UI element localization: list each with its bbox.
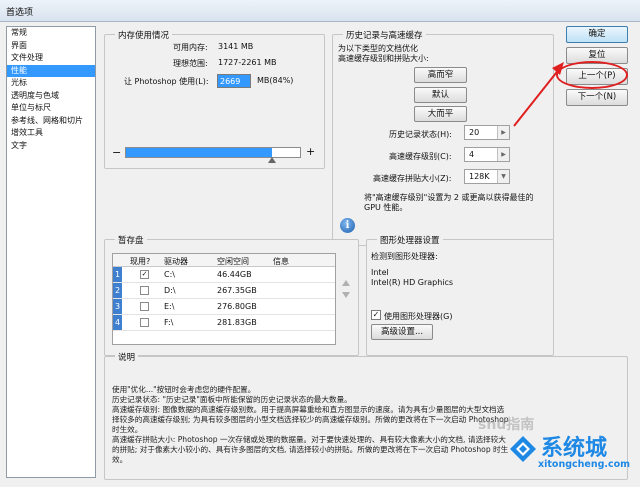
drive-cell: D:\ bbox=[164, 286, 176, 295]
table-header: 现用? 驱动器 空闲空间 信息 bbox=[113, 254, 335, 267]
gpu-vendor: Intel bbox=[371, 268, 389, 277]
advanced-settings-button[interactable]: 高级设置... bbox=[371, 324, 433, 340]
row-number: 4 bbox=[113, 315, 122, 330]
preferences-dialog: 常规 界面 文件处理 性能 光标 透明度与色域 单位与标尺 参考线、网格和切片 … bbox=[0, 22, 640, 487]
gpu-model: Intel(R) HD Graphics bbox=[371, 278, 454, 287]
cache-levels-value: 4 bbox=[469, 150, 475, 159]
ok-button[interactable]: 确定 bbox=[566, 26, 628, 43]
category-item-transparency[interactable]: 透明度与色域 bbox=[7, 90, 95, 103]
col-drive: 驱动器 bbox=[164, 257, 188, 266]
next-button[interactable]: 下一个(N) bbox=[566, 89, 628, 106]
free-space-cell: 267.35GB bbox=[217, 286, 257, 295]
photoshop-use-label: 让 Photoshop 使用(L): bbox=[124, 77, 209, 86]
drive-cell: E:\ bbox=[164, 302, 175, 311]
drive-cell: F:\ bbox=[164, 318, 174, 327]
free-space-cell: 276.80GB bbox=[217, 302, 257, 311]
memory-plus-label: + bbox=[306, 145, 316, 158]
category-item-cursors[interactable]: 光标 bbox=[7, 77, 95, 90]
chevron-down-icon[interactable]: ▼ bbox=[497, 170, 509, 183]
active-checkbox[interactable] bbox=[140, 286, 149, 295]
category-item-units[interactable]: 单位与标尺 bbox=[7, 102, 95, 115]
description-line: 高速缓存级别: 图像数据的高速缓存级别数。用于提高屏幕重绘和直方图显示的速度。请… bbox=[112, 405, 505, 414]
ideal-range-label: 理想范围: bbox=[173, 59, 208, 68]
history-states-value: 20 bbox=[469, 128, 480, 137]
description-line: 使用"优化..."按钮时会考虑您的硬件配置。 bbox=[112, 385, 256, 394]
cache-tile-size-value: 128K bbox=[469, 172, 490, 181]
scratch-disks-legend: 暂存盘 bbox=[115, 234, 147, 246]
scratch-disks-table[interactable]: 现用? 驱动器 空闲空间 信息 1 ✓ C:\ 46.44GB 2 D:\ 26… bbox=[112, 253, 336, 345]
description-line: 择较多的高速缓存级别; 为具有较多图层的小型文档选择较少的高速缓存级别。所做的更… bbox=[112, 415, 509, 424]
col-info: 信息 bbox=[273, 257, 289, 266]
watermark-site-name: 系统城 bbox=[541, 436, 608, 461]
history-states-label: 历史记录状态(H): bbox=[389, 130, 452, 139]
category-item-guides[interactable]: 参考线、网格和切片 bbox=[7, 115, 95, 128]
use-gpu-checkbox[interactable]: ✓ bbox=[371, 310, 381, 320]
category-item-general[interactable]: 常规 bbox=[7, 27, 95, 40]
table-row[interactable]: 2 D:\ 267.35GB bbox=[113, 283, 335, 299]
tall-thin-button[interactable]: 高而窄 bbox=[414, 67, 467, 83]
watermark-overlay-text: shu指南 bbox=[478, 417, 535, 433]
table-row[interactable]: 4 F:\ 281.83GB bbox=[113, 315, 335, 331]
active-checkbox[interactable] bbox=[140, 318, 149, 327]
description-line: 历史记录状态: "历史记录"面板中所能保留的历史记录状态的最大数量。 bbox=[112, 395, 352, 404]
gpu-tip-line2: GPU 性能。 bbox=[364, 203, 408, 212]
move-down-icon[interactable] bbox=[342, 292, 350, 298]
col-free-space: 空闲空间 bbox=[217, 257, 249, 266]
use-gpu-label: 使用图形处理器(G) bbox=[384, 312, 453, 321]
window-title: 首选项 bbox=[6, 8, 34, 18]
gpu-settings-legend: 图形处理器设置 bbox=[377, 234, 443, 246]
default-button[interactable]: 默认 bbox=[414, 87, 467, 103]
memory-slider-thumb[interactable] bbox=[268, 157, 277, 163]
memory-slider-fill bbox=[126, 148, 273, 157]
cache-tile-size-label: 高速缓存拼贴大小(Z): bbox=[373, 174, 452, 183]
chevron-right-icon[interactable]: ▶ bbox=[497, 148, 509, 161]
active-checkbox[interactable] bbox=[140, 302, 149, 311]
description-legend: 说明 bbox=[115, 351, 139, 363]
active-checkbox[interactable]: ✓ bbox=[140, 270, 149, 279]
cache-tile-size-select[interactable]: 128K ▼ bbox=[464, 169, 510, 184]
info-icon: i bbox=[340, 218, 355, 233]
title-bar: 首选项 bbox=[0, 0, 640, 22]
big-flat-button[interactable]: 大而平 bbox=[414, 106, 467, 122]
row-number: 2 bbox=[113, 283, 122, 298]
gpu-detected-label: 检测到图形处理器: bbox=[371, 252, 438, 261]
available-memory-label: 可用内存: bbox=[173, 43, 208, 52]
free-space-cell: 46.44GB bbox=[217, 270, 252, 279]
memory-usage-input[interactable]: 2669 bbox=[217, 74, 251, 88]
category-item-type[interactable]: 文字 bbox=[7, 140, 95, 153]
category-item-interface[interactable]: 界面 bbox=[7, 40, 95, 53]
table-row[interactable]: 3 E:\ 276.80GB bbox=[113, 299, 335, 315]
table-row[interactable]: 1 ✓ C:\ 46.44GB bbox=[113, 267, 335, 283]
category-item-performance[interactable]: 性能 bbox=[7, 64, 95, 77]
category-list[interactable]: 常规 界面 文件处理 性能 光标 透明度与色域 单位与标尺 参考线、网格和切片 … bbox=[6, 26, 96, 478]
cache-levels-label: 高速缓存级别(C): bbox=[389, 152, 452, 161]
available-memory-value: 3141 MB bbox=[218, 42, 254, 51]
memory-usage-legend: 内存使用情况 bbox=[115, 29, 173, 41]
category-item-plugins[interactable]: 增效工具 bbox=[7, 127, 95, 140]
category-item-file-handling[interactable]: 文件处理 bbox=[7, 52, 95, 65]
move-up-icon[interactable] bbox=[342, 280, 350, 286]
memory-minus-label: − bbox=[112, 146, 122, 159]
watermark-logo bbox=[510, 436, 536, 462]
history-cache-legend: 历史记录与高速缓存 bbox=[343, 29, 426, 41]
row-number: 1 bbox=[113, 267, 122, 282]
optimize-note-line2: 高速缓存级别和拼贴大小: bbox=[338, 54, 429, 63]
drive-cell: C:\ bbox=[164, 270, 175, 279]
annotation-arrow bbox=[513, 62, 564, 127]
watermark-site-url: xitongcheng.com bbox=[538, 459, 631, 470]
row-number: 3 bbox=[113, 299, 122, 314]
ideal-range-value: 1727-2261 MB bbox=[218, 58, 277, 67]
cache-levels-stepper[interactable]: 4 ▶ bbox=[464, 147, 510, 162]
free-space-cell: 281.83GB bbox=[217, 318, 257, 327]
col-active: 现用? bbox=[130, 257, 151, 266]
memory-usage-suffix: MB(84%) bbox=[257, 76, 294, 85]
